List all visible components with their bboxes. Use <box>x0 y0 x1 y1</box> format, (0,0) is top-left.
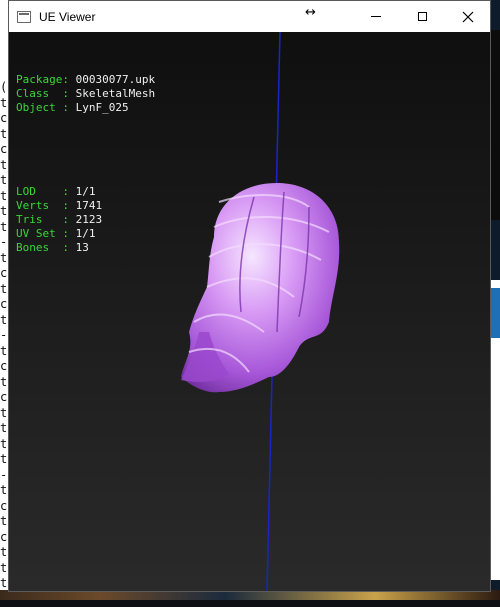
info-row-tris: Tris : 2123 <box>16 213 155 227</box>
info-label: Bones <box>16 241 63 254</box>
info-row-verts: Verts : 1741 <box>16 199 155 213</box>
info-value: 13 <box>75 241 89 254</box>
info-separator: : <box>62 73 76 86</box>
background-console-text: ( t c t c t t t t t - t c t c t - t c t … <box>0 80 8 606</box>
title-bar[interactable]: UE Viewer ↔ <box>9 1 490 32</box>
info-value: 1/1 <box>75 227 96 240</box>
maximize-icon <box>417 12 427 21</box>
info-separator: : <box>62 241 76 254</box>
info-row-package: Package: 00030077.upk <box>16 73 155 87</box>
info-value: 2123 <box>75 213 103 226</box>
info-value: 1741 <box>75 199 103 212</box>
close-icon <box>462 11 474 22</box>
info-row-object: Object : LynF_025 <box>16 101 155 115</box>
info-label: LOD <box>16 185 63 198</box>
mesh-info-panel: Package: 00030077.upk Class : SkeletalMes… <box>16 45 155 283</box>
background-blue-strip <box>490 288 500 338</box>
ue-viewer-window[interactable]: UE Viewer ↔ Package: 00030077.upk Class … <box>8 0 491 592</box>
minimize-button[interactable] <box>353 1 399 32</box>
window-title: UE Viewer <box>39 9 96 24</box>
info-label: Object <box>16 101 63 114</box>
info-separator: : <box>62 227 76 240</box>
background-window-left: ( t c t c t t t t t - t c t c t - t c t … <box>0 0 8 606</box>
info-label: UV Set <box>16 227 63 240</box>
info-value: 00030077.upk <box>75 73 156 86</box>
info-label: Package <box>16 73 63 86</box>
info-separator: : <box>62 213 76 226</box>
info-row-uv-set: UV Set : 1/1 <box>16 227 155 241</box>
info-separator: : <box>62 185 76 198</box>
info-label: Tris <box>16 213 63 226</box>
close-button[interactable] <box>445 1 491 32</box>
hair-mesh <box>181 182 340 393</box>
info-separator: : <box>62 87 76 100</box>
info-label: Verts <box>16 199 63 212</box>
minimize-icon <box>371 16 381 17</box>
info-separator: : <box>62 199 76 212</box>
info-value: SkeletalMesh <box>75 87 156 100</box>
info-label: Class <box>16 87 63 100</box>
resize-cursor-icon: ↔ <box>305 5 316 20</box>
background-dark-panel <box>490 30 500 220</box>
maximize-button[interactable] <box>399 1 445 32</box>
info-value: 1/1 <box>75 185 96 198</box>
info-row-lod: LOD : 1/1 <box>16 185 155 199</box>
info-row-bones: Bones : 13 <box>16 241 155 255</box>
info-row-class: Class : SkeletalMesh <box>16 87 155 101</box>
app-window-icon <box>17 10 31 23</box>
3d-viewport[interactable]: Package: 00030077.upk Class : SkeletalMes… <box>9 32 490 591</box>
info-value: LynF_025 <box>75 101 129 114</box>
info-separator: : <box>62 101 76 114</box>
